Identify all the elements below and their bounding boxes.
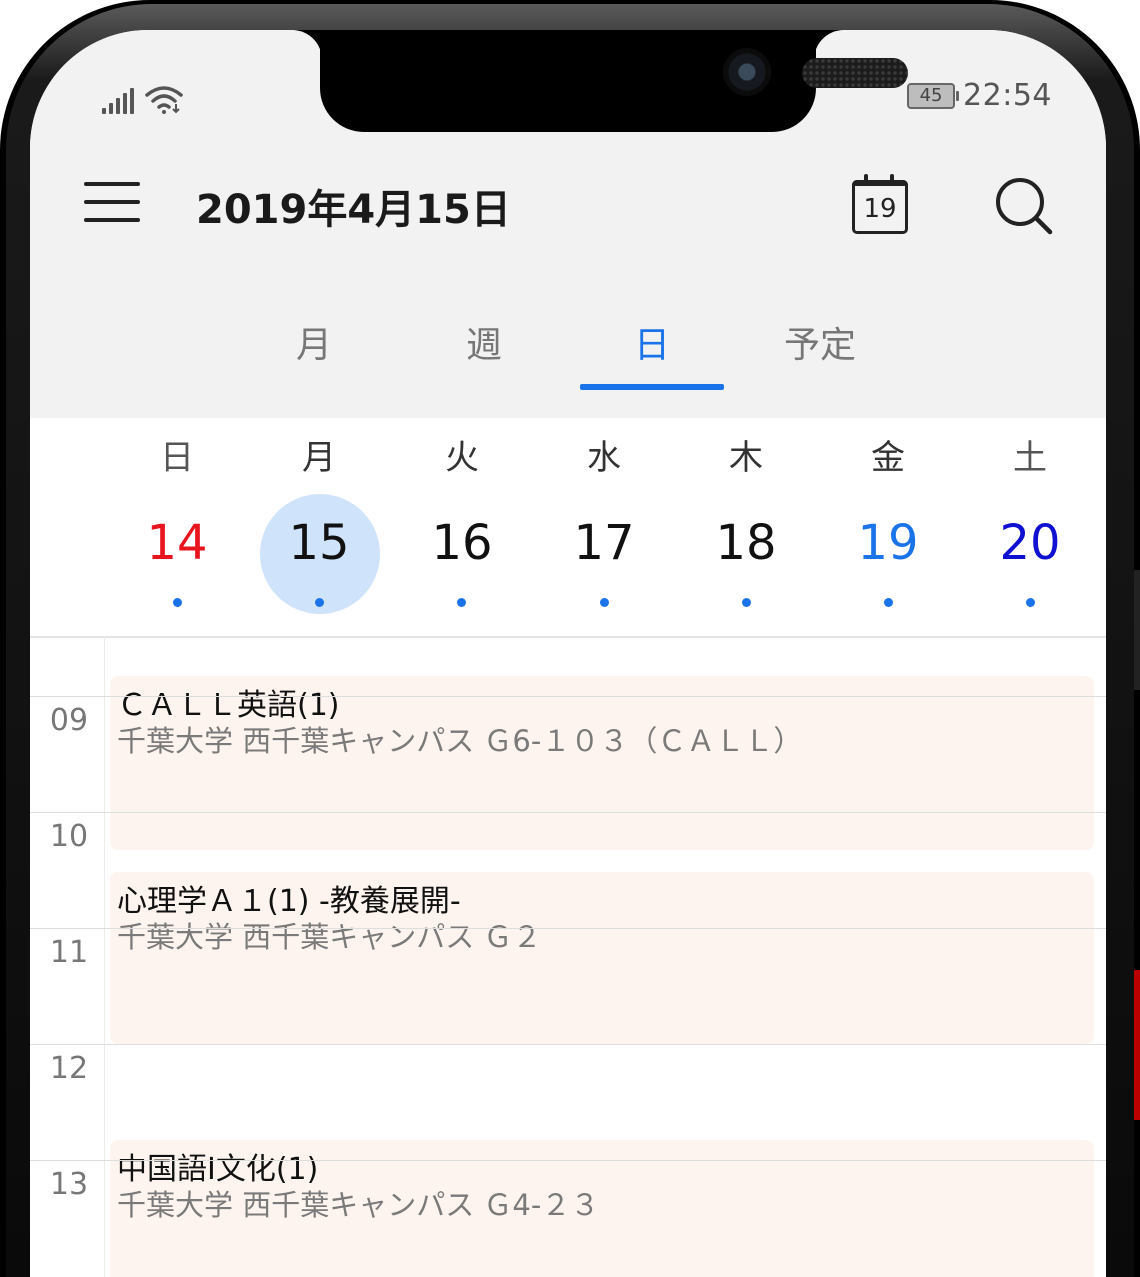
event-card[interactable]: 心理学Ａ１(1) -教養展開- 千葉大学 西千葉キャンパス Ｇ２ [110, 872, 1094, 1044]
day-14[interactable]: 14 [117, 508, 237, 578]
wifi-icon [145, 86, 183, 114]
event-dot [315, 598, 324, 607]
weekday-thu: 木 [729, 438, 763, 478]
hour-line [30, 1160, 1106, 1161]
tab-agenda[interactable]: 予定 [750, 316, 890, 376]
event-dot [457, 598, 466, 607]
status-clock: 22:54 [963, 78, 1052, 113]
day-16[interactable]: 16 [402, 508, 522, 578]
page-title: 2019年4月15日 [196, 187, 511, 233]
hour-label: 13 [49, 1167, 89, 1202]
event-card[interactable]: ＣＡＬＬ英語(1) 千葉大学 西千葉キャンパス Ｇ6-１０３（ＣＡＬＬ） [110, 676, 1094, 850]
status-right: 45 22:54 [907, 78, 1052, 113]
battery-icon: 45 [907, 82, 960, 109]
power-button [1134, 970, 1140, 1120]
day-15[interactable]: 15 [259, 508, 379, 578]
hour-line [30, 1044, 1106, 1045]
weekday-sat: 土 [1013, 438, 1047, 478]
day-18[interactable]: 18 [686, 508, 806, 578]
view-tabs: 月 週 日 予定 [230, 316, 890, 396]
day-20[interactable]: 20 [970, 508, 1090, 578]
front-camera [723, 48, 771, 96]
weekday-tue: 火 [445, 438, 479, 478]
event-dot [1026, 598, 1035, 607]
week-divider [30, 636, 1106, 638]
screen: 45 22:54 2019年4月15日 19 月 週 日 予定 日 月 火 水 … [30, 30, 1106, 1277]
event-location: 千葉大学 西千葉キャンパス Ｇ4-２３ [117, 1188, 600, 1222]
calendar-icon-bar [852, 180, 908, 186]
hour-line [30, 812, 1106, 813]
hour-line [30, 696, 1106, 697]
hour-label: 09 [49, 703, 89, 738]
tab-week[interactable]: 週 [414, 316, 554, 376]
hour-label: 10 [49, 819, 89, 854]
event-dot [173, 598, 182, 607]
notch-corner-left [292, 30, 322, 60]
time-column-divider [104, 636, 105, 1277]
menu-button[interactable] [84, 180, 140, 224]
weekday-mon: 月 [302, 438, 336, 478]
phone-frame: 45 22:54 2019年4月15日 19 月 週 日 予定 日 月 火 水 … [0, 0, 1140, 1277]
today-calendar-button[interactable]: 19 [850, 172, 908, 234]
event-location: 千葉大学 西千葉キャンパス Ｇ２ [117, 920, 542, 954]
day-19[interactable]: 19 [828, 508, 948, 578]
cellular-signal-icon [102, 88, 134, 114]
weekday-fri: 金 [871, 438, 905, 478]
today-icon-number: 19 [863, 194, 897, 224]
day-17[interactable]: 17 [544, 508, 664, 578]
hour-label: 12 [49, 1051, 89, 1086]
event-location: 千葉大学 西千葉キャンパス Ｇ6-１０３（ＣＡＬＬ） [117, 724, 803, 758]
event-dot [600, 598, 609, 607]
status-indicators [102, 78, 184, 114]
notch-corner-right [814, 30, 844, 60]
weekday-sun: 日 [160, 438, 194, 478]
notch [320, 30, 908, 132]
weekday-wed: 水 [587, 438, 621, 478]
tab-day[interactable]: 日 [582, 316, 722, 376]
event-dot [742, 598, 751, 607]
earpiece-speaker [802, 58, 908, 88]
volume-button [1134, 570, 1140, 690]
active-tab-indicator [580, 384, 724, 390]
tab-month[interactable]: 月 [244, 316, 384, 376]
hour-label: 11 [49, 935, 89, 970]
search-icon[interactable] [994, 176, 1054, 236]
hour-line [30, 928, 1106, 929]
event-dot [884, 598, 893, 607]
